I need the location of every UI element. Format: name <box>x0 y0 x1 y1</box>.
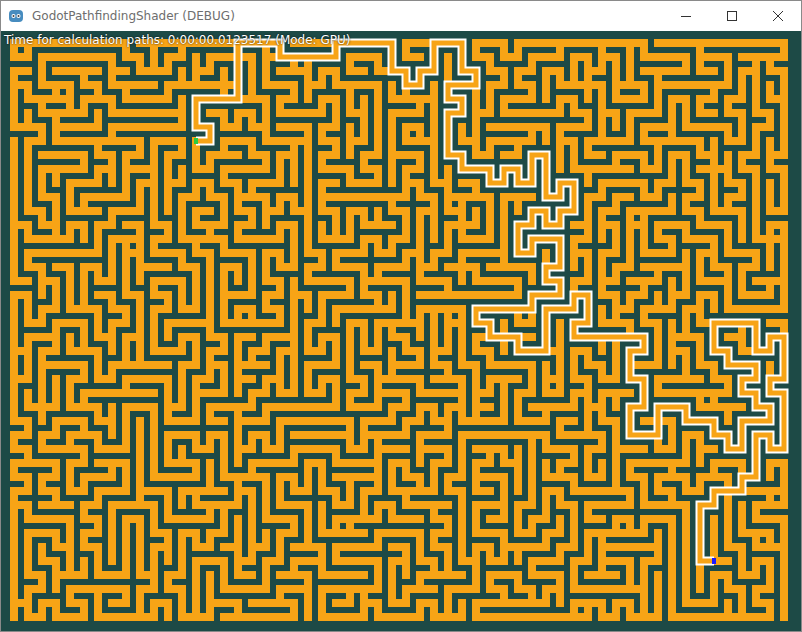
path-outline <box>196 43 784 561</box>
timing-label: Time for calculation paths: 0:00:00.0123… <box>4 33 350 48</box>
maze <box>1 31 801 631</box>
godot-logo-icon <box>8 8 24 24</box>
maximize-icon <box>727 11 737 21</box>
path-line <box>196 43 784 561</box>
title-bar: GodotPathfindingShader (DEBUG) <box>1 1 801 31</box>
start-marker <box>194 138 198 144</box>
close-button[interactable] <box>755 1 801 31</box>
minimize-button[interactable] <box>663 1 709 31</box>
window-controls <box>663 1 801 31</box>
maze-corridors <box>10 39 788 621</box>
game-viewport: Time for calculation paths: 0:00:00.0123… <box>1 31 801 631</box>
goal-marker <box>712 558 716 564</box>
window-title: GodotPathfindingShader (DEBUG) <box>32 9 663 23</box>
maximize-button[interactable] <box>709 1 755 31</box>
close-icon <box>773 11 783 21</box>
app-window: GodotPathfindingShader (DEBUG) Time for c… <box>0 0 802 632</box>
minimize-icon <box>681 11 691 21</box>
